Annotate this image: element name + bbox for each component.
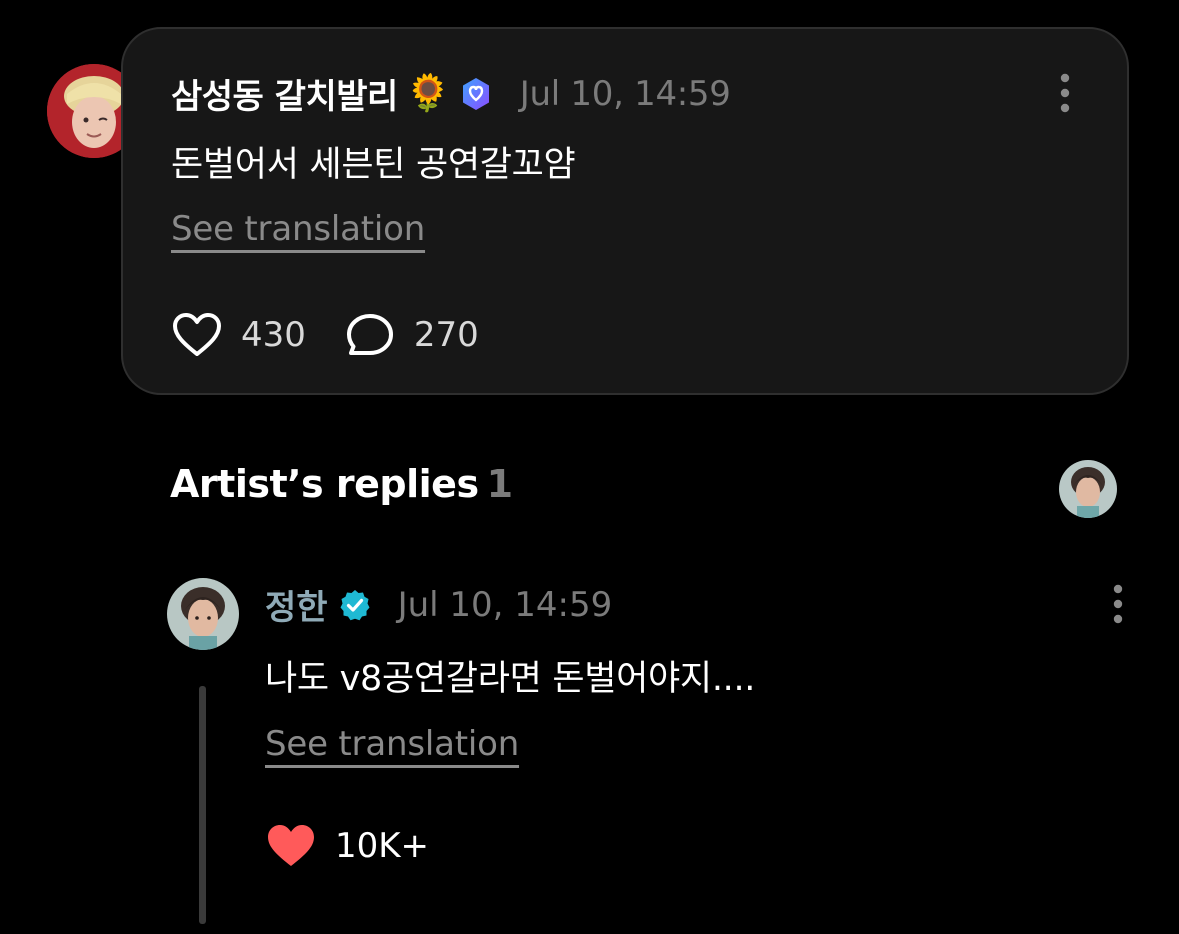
post-card: 삼성동 갈치발리 🌻 Jul 10, 14:59 돈벌어서 세븐틴 공연갈꼬얌	[121, 27, 1129, 395]
comment-bubble-icon[interactable]	[344, 311, 396, 359]
membership-badge-icon	[458, 76, 494, 112]
artist-replies-title: Artist’s replies	[170, 462, 479, 506]
post-comment-group: 270	[344, 311, 479, 359]
post-timestamp: Jul 10, 14:59	[519, 73, 731, 114]
post-author-name[interactable]: 삼성동 갈치발리	[171, 69, 398, 118]
post-comment-count: 270	[413, 315, 479, 355]
post-body-text: 돈벌어서 세븐틴 공연갈꼬얌	[171, 145, 576, 185]
like-heart-outline-icon[interactable]	[171, 311, 223, 359]
sunflower-emoji-icon: 🌻	[405, 72, 451, 114]
artist-replies-count: 1	[486, 462, 513, 506]
reply-author-name[interactable]: 정한	[265, 580, 328, 629]
post-actions: 430 270	[171, 311, 479, 359]
artist-replies-heading: Artist’s replies 1	[170, 462, 513, 506]
post-see-translation-link[interactable]: See translation	[171, 209, 425, 249]
reply-header: 정한 Jul 10, 14:59	[265, 580, 612, 629]
verified-badge-icon	[338, 588, 372, 622]
reply-author-avatar[interactable]	[167, 578, 239, 650]
reply-body-text: 나도 v8공연갈라면 돈벌어야지....	[265, 659, 756, 699]
artist-avatar-small[interactable]	[1059, 460, 1117, 518]
reply-see-translation-link[interactable]: See translation	[265, 724, 519, 764]
reply-thread-line	[199, 686, 206, 924]
post-like-count: 430	[241, 315, 306, 355]
reply-actions: 10K+	[265, 822, 429, 870]
post-header: 삼성동 갈치발리 🌻 Jul 10, 14:59	[171, 69, 731, 118]
reply-like-count: 10K+	[335, 826, 430, 866]
like-heart-filled-icon[interactable]	[265, 822, 317, 870]
reply-more-options-icon[interactable]	[1108, 582, 1128, 626]
post-more-options-icon[interactable]	[1055, 71, 1075, 115]
reply-timestamp: Jul 10, 14:59	[397, 584, 613, 625]
